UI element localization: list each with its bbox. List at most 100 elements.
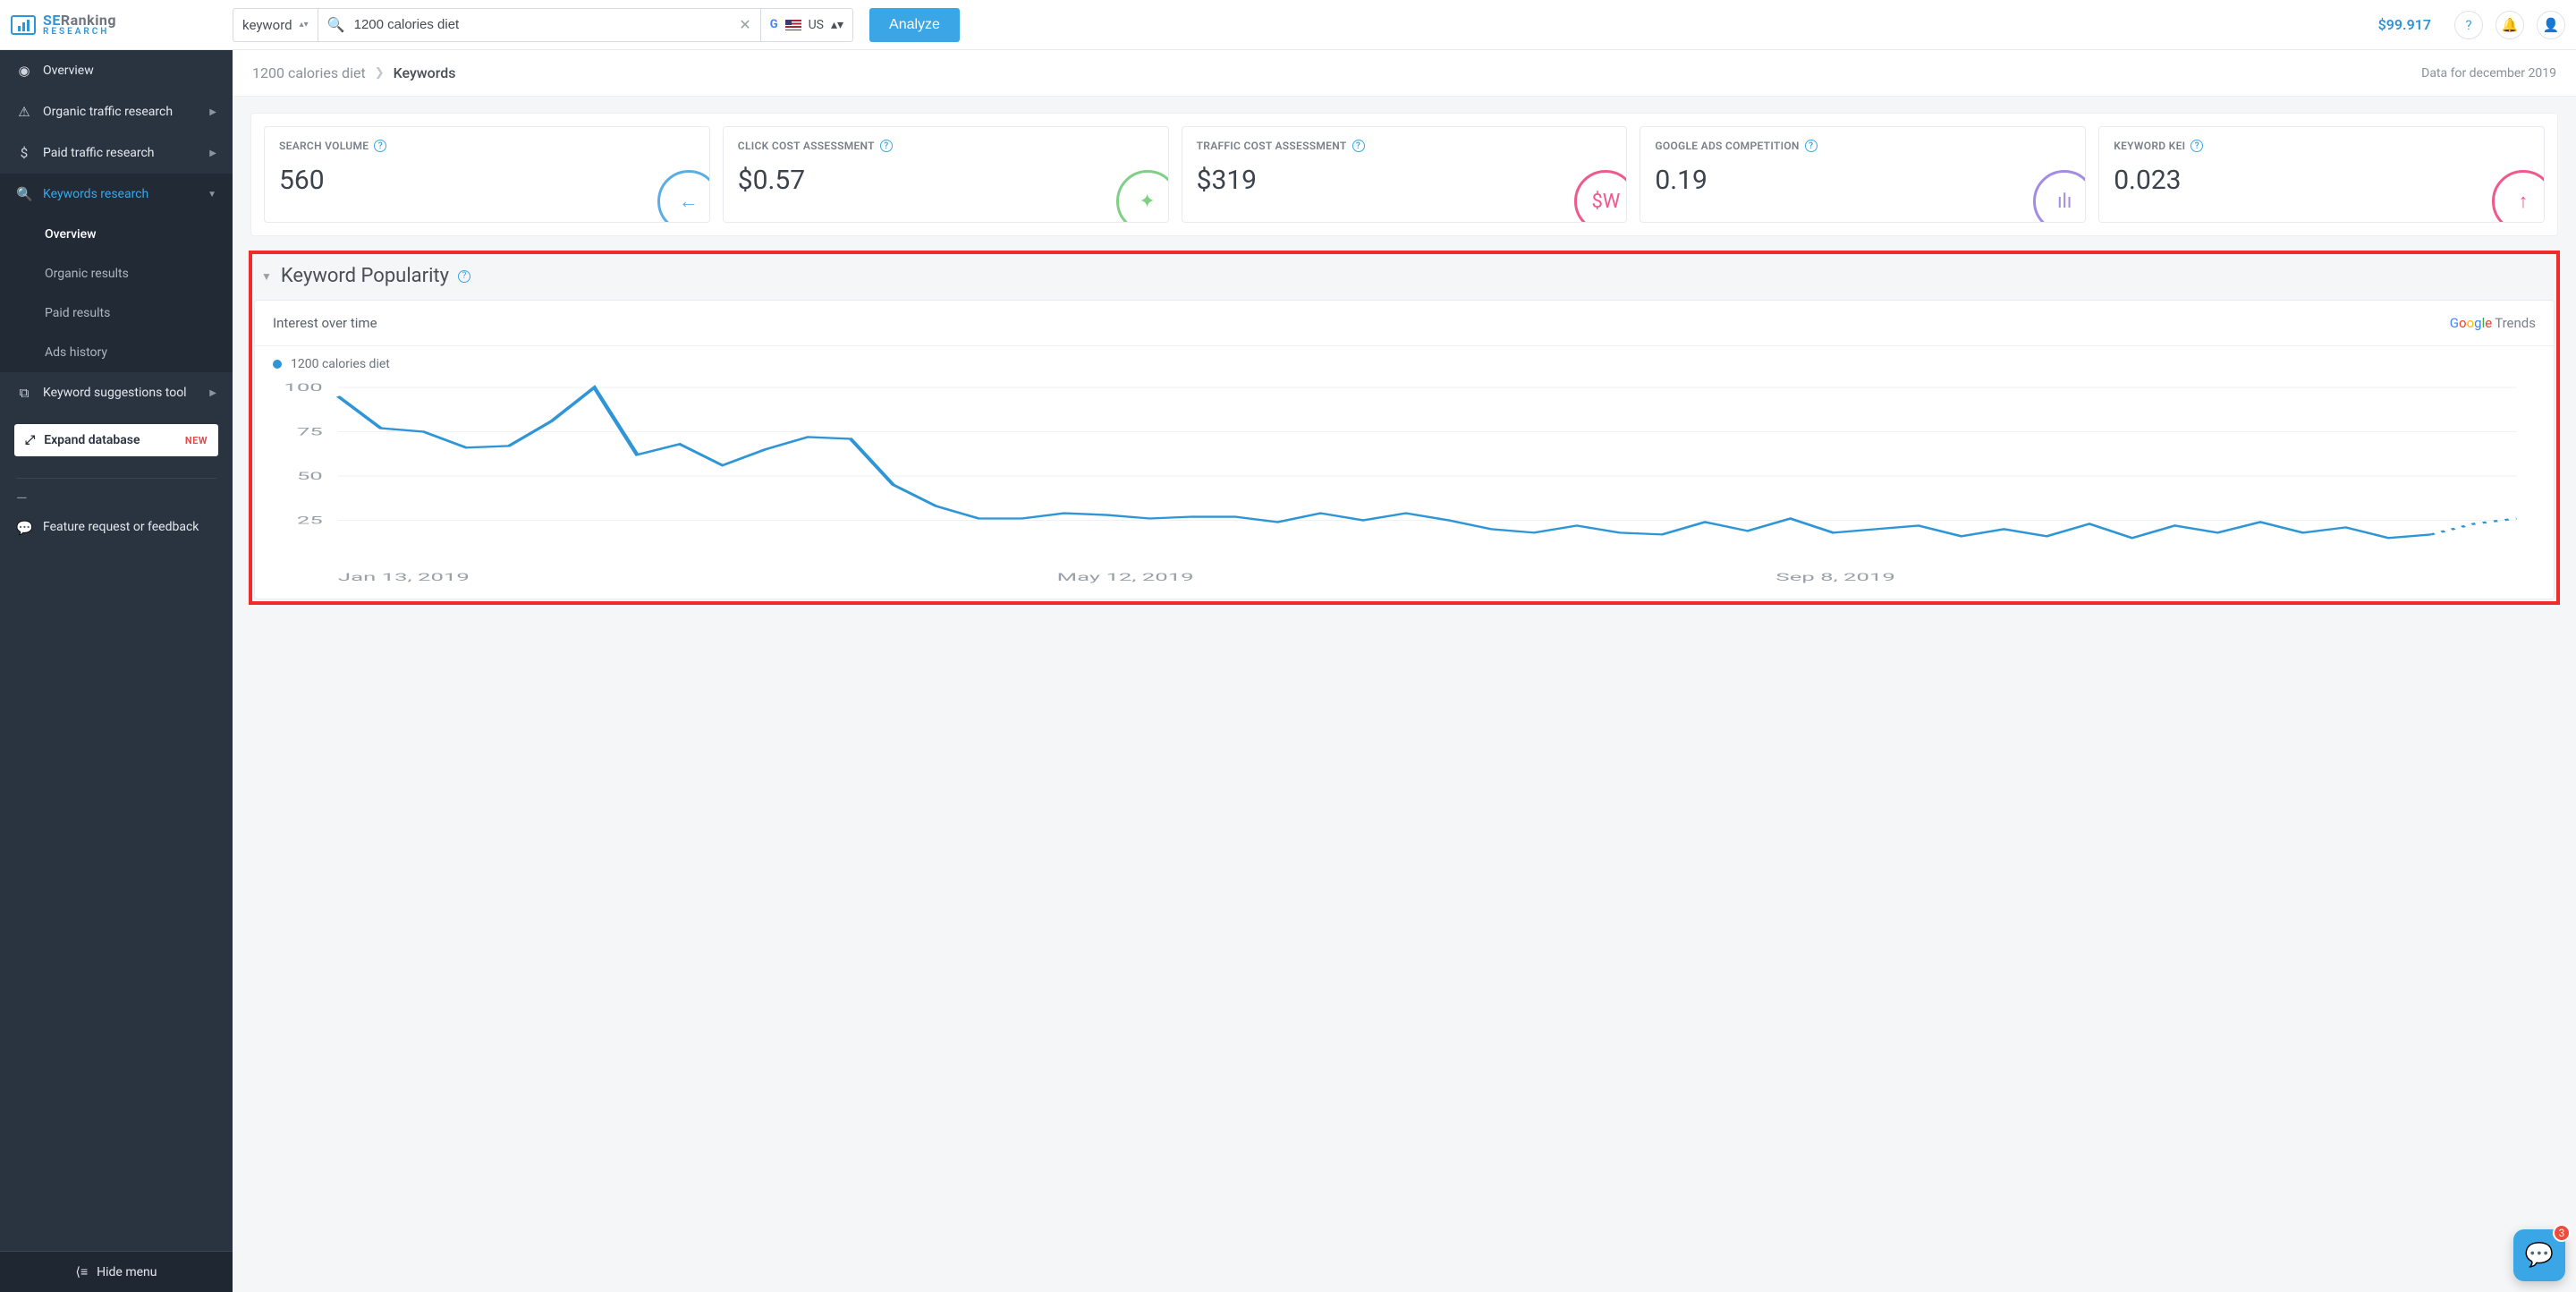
search-mode-label: keyword: [242, 17, 292, 33]
chat-bubble-icon: 💬: [2525, 1242, 2554, 1269]
metric-card[interactable]: TRAFFIC COST ASSESSMENT?$319$W: [1182, 126, 1628, 223]
svg-text:Sep 8, 2019: Sep 8, 2019: [1775, 571, 1894, 583]
sidebar-sub-overview[interactable]: Overview: [0, 215, 233, 254]
chart-legend: 1200 calories diet: [255, 346, 2554, 375]
sidebar-item-keyword-suggestions[interactable]: ⧉ Keyword suggestions tool ▶: [0, 372, 233, 413]
breadcrumb-link[interactable]: 1200 calories diet: [252, 64, 366, 81]
metric-card[interactable]: GOOGLE ADS COMPETITION?0.19ılı: [1640, 126, 2086, 223]
chevron-right-icon: ▶: [209, 149, 216, 158]
hide-menu-button[interactable]: ⟨≡ Hide menu: [0, 1251, 233, 1292]
balance[interactable]: $99.917: [2378, 16, 2431, 33]
help-icon[interactable]: ?: [374, 140, 386, 152]
metric-label: SEARCH VOLUME?: [279, 140, 695, 152]
trend-chart: 255075100 Jan 13, 2019May 12, 2019Sep 8,…: [273, 380, 2536, 586]
breadcrumb: 1200 calories diet ❯ Keywords Data for d…: [233, 50, 2576, 97]
chevron-right-icon: ▶: [209, 107, 216, 117]
gauge-icon: ◉: [16, 63, 32, 79]
search-input-wrap: 🔍 ✕: [318, 8, 761, 42]
analyze-button[interactable]: Analyze: [869, 8, 960, 42]
svg-text:100: 100: [284, 381, 322, 394]
sidebar-item-label: Paid traffic research: [43, 146, 155, 160]
help-icon[interactable]: ?: [1352, 140, 1365, 152]
sidebar-item-paid-traffic[interactable]: $ Paid traffic research ▶: [0, 132, 233, 174]
expand-database-button[interactable]: ⤢ Expand database NEW: [14, 424, 218, 456]
hide-menu-label: Hide menu: [97, 1265, 157, 1279]
svg-text:Jan 13, 2019: Jan 13, 2019: [338, 571, 470, 583]
search-icon: 🔍: [16, 186, 32, 202]
search-bar: keyword ▴▾ 🔍 ✕ G US ▴▾: [233, 8, 853, 42]
feedback-link[interactable]: 💬 Feature request or feedback: [0, 506, 233, 549]
sidebar-item-label: Overview: [43, 64, 94, 78]
help-button[interactable]: ?: [2454, 11, 2483, 39]
sidebar-item-overview[interactable]: ◉ Overview: [0, 50, 233, 91]
collapse-icon: ⟨≡: [76, 1264, 89, 1279]
sidebar-item-label: Keyword suggestions tool: [43, 386, 187, 400]
help-icon[interactable]: ?: [458, 270, 470, 283]
sidebar: ◉ Overview ⚠ Organic traffic research ▶ …: [0, 50, 233, 1292]
fab-badge: 3: [2553, 1224, 2571, 1242]
sidebar-item-organic-traffic[interactable]: ⚠ Organic traffic research ▶: [0, 91, 233, 132]
svg-text:May 12, 2019: May 12, 2019: [1057, 571, 1194, 583]
country-code: US: [809, 18, 824, 32]
data-for-label: Data for december 2019: [2421, 66, 2556, 81]
dollar-icon: $: [16, 145, 32, 161]
metric-value: $0.57: [738, 165, 1154, 196]
chart-card: Interest over time Google Trends 1200 ca…: [254, 300, 2555, 599]
warning-icon: ⚠: [16, 104, 32, 120]
panel-title: Keyword Popularity: [281, 265, 449, 287]
chevron-right-icon: ▶: [209, 388, 216, 398]
svg-text:25: 25: [297, 514, 323, 526]
help-icon[interactable]: ?: [2190, 140, 2203, 152]
sidebar-sub-paid-results[interactable]: Paid results: [0, 293, 233, 333]
google-icon: G: [770, 18, 778, 31]
chevron-updown-icon: ▴▾: [831, 18, 843, 32]
search-icon: 🔍: [327, 16, 345, 33]
metric-cards-wrap: SEARCH VOLUME?560←CLICK COST ASSESSMENT?…: [250, 113, 2558, 236]
sidebar-sub-organic-results[interactable]: Organic results: [0, 254, 233, 293]
sidebar-item-keywords-research[interactable]: 🔍 Keywords research ▼: [0, 174, 233, 215]
us-flag-icon: [785, 20, 801, 30]
metric-value: $319: [1197, 165, 1613, 196]
metric-label: GOOGLE ADS COMPETITION?: [1655, 140, 2071, 152]
new-badge: NEW: [185, 435, 208, 446]
metric-label: CLICK COST ASSESSMENT?: [738, 140, 1154, 152]
clear-icon[interactable]: ✕: [739, 16, 750, 33]
metric-label: TRAFFIC COST ASSESSMENT?: [1197, 140, 1613, 152]
metric-value: 0.023: [2114, 165, 2529, 196]
metric-value: 560: [279, 165, 695, 196]
caret-down-icon[interactable]: ▼: [261, 270, 272, 283]
chevron-down-icon: ▼: [208, 190, 216, 200]
main: 1200 calories diet ❯ Keywords Data for d…: [233, 50, 2576, 1292]
brand-logo[interactable]: SERanking RESEARCH: [11, 13, 225, 37]
chat-fab[interactable]: 💬 3: [2513, 1229, 2565, 1281]
legend-dot-icon: [273, 360, 282, 369]
expand-db-label: Expand database: [44, 433, 140, 447]
keyword-popularity-panel: ▼ Keyword Popularity ? Interest over tim…: [250, 252, 2558, 603]
metric-label: KEYWORD KEI?: [2114, 140, 2529, 152]
logo-mark-icon: [11, 15, 36, 35]
profile-button[interactable]: 👤: [2537, 11, 2565, 39]
sidebar-sub-ads-history[interactable]: Ads history: [0, 333, 233, 372]
help-icon[interactable]: ?: [880, 140, 893, 152]
divider-dash: —: [0, 489, 233, 506]
list-icon: ⧉: [16, 385, 32, 401]
chevron-right-icon: ❯: [375, 66, 385, 80]
logo-text: SERanking RESEARCH: [43, 13, 116, 37]
search-mode-select[interactable]: keyword ▴▾: [233, 8, 318, 42]
metric-card[interactable]: SEARCH VOLUME?560←: [264, 126, 710, 223]
sidebar-item-label: Organic traffic research: [43, 105, 173, 119]
sidebar-item-label: Keywords research: [43, 187, 148, 201]
chat-icon: 💬: [16, 519, 32, 537]
svg-text:75: 75: [297, 425, 323, 438]
metric-card[interactable]: KEYWORD KEI?0.023↑: [2098, 126, 2545, 223]
legend-label: 1200 calories diet: [291, 357, 390, 371]
chart-subtitle: Interest over time: [273, 315, 377, 331]
search-input[interactable]: [354, 17, 731, 32]
help-icon[interactable]: ?: [1805, 140, 1818, 152]
google-trends-logo: Google Trends: [2450, 315, 2536, 331]
notifications-button[interactable]: 🔔: [2496, 11, 2524, 39]
metric-card[interactable]: CLICK COST ASSESSMENT?$0.57✦: [723, 126, 1169, 223]
country-select[interactable]: G US ▴▾: [761, 8, 853, 42]
metric-value: 0.19: [1655, 165, 2071, 196]
breadcrumb-current: Keywords: [394, 64, 456, 81]
